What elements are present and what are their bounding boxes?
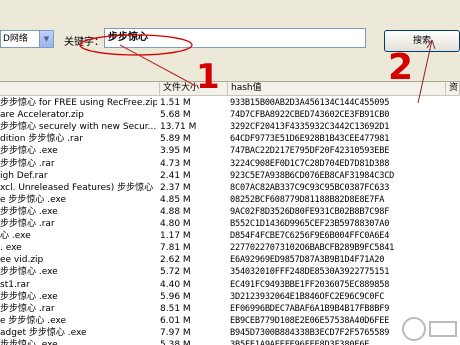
file-name-cell: 步步惊心 .exe: [0, 291, 58, 302]
file-size-cell: 4.40 M: [160, 279, 191, 290]
table-row[interactable]: 步步惊心 .exe 5.72 M 354032010FFF248DE8530A392…: [0, 266, 460, 278]
table-row[interactable]: adget 步步惊心 .exe 7.97 M B945D7300B884338B3E…: [0, 327, 460, 339]
hash-cell: 8C07AC82AB337C9C93C95BC0387FC633: [230, 182, 390, 193]
hash-cell: 08252BCF608779D81188B82D8E8E7FA: [230, 194, 385, 205]
table-row[interactable]: 步步惊心 .exe 4.88 M 9AC02F8D3526D80FE931CB02B…: [0, 206, 460, 218]
file-size-cell: 2.62 M: [160, 255, 191, 266]
file-name-cell: ee vid.zip: [0, 255, 44, 266]
file-size-cell: 2.37 M: [160, 182, 191, 193]
table-row[interactable]: e 步步惊心 .exe 4.85 M 08252BCF608779D81188B82…: [0, 194, 460, 206]
file-size-cell: 8.51 M: [160, 303, 191, 314]
file-name-cell: 步步惊心 .exe: [0, 146, 58, 157]
table-row[interactable]: igh Def.rar 2.41 M 923C5E7A938B6CD076EB8CA…: [0, 170, 460, 182]
table-row[interactable]: xcl. Unreleased Features) 步步惊心 .exe2.37 …: [0, 182, 460, 194]
column-header-name[interactable]: [0, 82, 160, 96]
hash-cell: 747BAC22D217E795DF20F42310593EBE: [230, 146, 390, 157]
table-row[interactable]: dition 步步惊心 .rar 5.89 M 64CDF9773E51D6E928…: [0, 133, 460, 145]
network-select[interactable]: D网络 ▼: [0, 30, 54, 48]
file-name-cell: e 步步惊心 .exe: [0, 194, 67, 205]
file-name-cell: 步步惊心 securely with new Secur...: [0, 122, 157, 133]
file-name-cell: igh Def.rar: [0, 170, 48, 181]
hash-cell: 933B15B00AB2D3A456134C144C455095: [230, 98, 390, 108]
file-name-cell: 步步惊心 for FREE using RecFree.zip: [0, 98, 157, 108]
hash-cell: EF06996BDEC7ABAF6A1B9B4B17FB8BF9: [230, 303, 390, 314]
file-size-cell: 5.89 M: [160, 134, 191, 145]
table-row[interactable]: 步步惊心 for FREE using RecFree.zip 1.51 M 933…: [0, 97, 460, 109]
column-header-extra[interactable]: 资: [446, 82, 460, 96]
file-size-cell: 7.81 M: [160, 243, 191, 254]
file-size-cell: 3.95 M: [160, 146, 191, 157]
column-header-size[interactable]: 文件大小: [160, 82, 228, 96]
hash-cell: 64CDF9773E51D6E928B1B43CEE477981: [230, 134, 390, 145]
table-row[interactable]: 步步惊心 .rar 8.51 M EF06996BDEC7ABAF6A1B9B4B1…: [0, 303, 460, 315]
file-name-cell: 步步惊心 .rar: [0, 158, 55, 169]
file-name-cell: dition 步步惊心 .rar: [0, 134, 83, 145]
hash-cell: 9AC02F8D3526D80FE931CB02B8B7C98F: [230, 206, 390, 217]
table-row[interactable]: 步步惊心 .exe 5.96 M 3D2123932064E1B846OFC2E96…: [0, 291, 460, 303]
file-size-cell: 13.71 M: [160, 122, 197, 133]
results-list[interactable]: 文件大小 hash值 资 步步惊心 for FREE using RecFree…: [0, 82, 460, 345]
file-size-cell: 1.17 M: [160, 231, 191, 242]
hash-cell: 3224C908EF0D1C7C28D704ED7D81D388: [230, 158, 390, 169]
file-size-cell: 5.38 M: [160, 340, 191, 345]
hash-cell: 3B5FE1A9AEEFE96FEE8D3F380E6E...: [230, 340, 385, 345]
file-size-cell: 4.80 M: [160, 219, 191, 229]
table-row[interactable]: e 步步惊心 .exe 6.01 M EB9CEB779D108E2E06E5753…: [0, 315, 460, 327]
file-name-cell: 步步惊心 .exe: [0, 267, 58, 278]
table-row[interactable]: 步步惊心 .rar 4.73 M 3224C908EF0D1C7C28D704ED7…: [0, 158, 460, 170]
hash-cell: B552C1D1436D9965CEF23B59788307A0: [230, 219, 390, 229]
keyword-label: 关键字：: [64, 37, 104, 48]
hash-cell: 74D7CFBA8922CBED743602CE3FB91CB0: [230, 110, 390, 121]
hash-cell: E6A92969ED9857D87A3B9B1D4F71A20: [230, 255, 385, 266]
table-row[interactable]: st1.rar 4.40 M EC491FC9493BBE1FF2036075EC8…: [0, 279, 460, 291]
hash-cell: 3292CF20413F4335932C3442C13692D1: [230, 122, 390, 133]
hash-cell: B945D7300B884338B3ECD7F2F5765589: [230, 327, 390, 338]
table-row[interactable]: 步步惊心 .exe 5.38 M 3B5FE1A9AEEFE96FEE8D3F380…: [0, 339, 460, 345]
hash-cell: D854F4FCBE7C6256F9E6B004FFC0A6E4: [230, 231, 390, 242]
hash-cell: 3D2123932064E1B846OFC2E96C9C0FC: [230, 291, 385, 302]
table-row[interactable]: are Accelerator.zip 5.68 M 74D7CFBA8922CBE…: [0, 109, 460, 121]
table-row[interactable]: 心 .exe 1.17 M D854F4FCBE7C6256F9E6B004FFC0…: [0, 230, 460, 242]
file-size-cell: 5.96 M: [160, 291, 191, 302]
file-size-cell: 4.85 M: [160, 194, 191, 205]
hash-cell: EC491FC9493BBE1FF2036075EC889858: [230, 279, 390, 290]
file-name-cell: 步步惊心 .rar: [0, 219, 55, 229]
file-name-cell: 步步惊心 .exe: [0, 340, 58, 345]
file-size-cell: 5.72 M: [160, 267, 191, 278]
hash-cell: EB9CEB779D108E2E06E57538A40D6FEE: [230, 315, 390, 326]
file-name-cell: 步步惊心 .rar: [0, 303, 55, 314]
keyword-input[interactable]: 步步惊心: [104, 28, 366, 48]
table-row[interactable]: 步步惊心 securely with new Secur... 13.71 M 32…: [0, 121, 460, 133]
file-size-cell: 4.88 M: [160, 206, 191, 217]
table-row[interactable]: 步步惊心 .exe 3.95 M 747BAC22D217E795DF20F4231…: [0, 145, 460, 157]
file-name-cell: are Accelerator.zip: [0, 110, 84, 121]
search-toolbar: D网络 ▼ 关键字： 步步惊心 搜索: [0, 0, 460, 82]
network-select-value: D网络: [3, 34, 28, 44]
table-row[interactable]: . exe 7.81 M 22770227073102O6BABCFB289B9FC…: [0, 242, 460, 254]
table-row[interactable]: 步步惊心 .rar 4.80 M B552C1D1436D9965CEF23B597…: [0, 218, 460, 230]
file-size-cell: 4.73 M: [160, 158, 191, 169]
file-name-cell: 心 .exe: [0, 231, 31, 242]
watermark-logo: [396, 314, 460, 344]
file-name-cell: e 步步惊心 .exe: [0, 315, 67, 326]
file-name-cell: xcl. Unreleased Features) 步步惊心 .exe: [0, 182, 157, 193]
file-size-cell: 2.41 M: [160, 170, 191, 181]
list-header: 文件大小 hash值 资: [0, 82, 460, 96]
table-row[interactable]: ee vid.zip 2.62 M E6A92969ED9857D87A3B9B1D…: [0, 254, 460, 266]
file-size-cell: 7.97 M: [160, 327, 191, 338]
hash-cell: 354032010FFF248DE8530A3922775151: [230, 267, 390, 278]
file-name-cell: 步步惊心 .exe: [0, 206, 58, 217]
file-size-cell: 6.01 M: [160, 315, 191, 326]
file-size-cell: 5.68 M: [160, 110, 191, 121]
column-header-hash[interactable]: hash值: [228, 82, 446, 96]
file-name-cell: adget 步步惊心 .exe: [0, 327, 87, 338]
file-name-cell: st1.rar: [0, 279, 30, 290]
hash-cell: 22770227073102O6BABCFB289B9FC5841: [230, 243, 395, 254]
file-size-cell: 1.51 M: [160, 98, 191, 108]
hash-cell: 923C5E7A938B6CD076EB8CAF31984C3CD: [230, 170, 395, 181]
file-name-cell: . exe: [0, 243, 22, 254]
search-button[interactable]: 搜索: [384, 30, 460, 52]
chevron-down-icon[interactable]: ▼: [39, 31, 53, 47]
